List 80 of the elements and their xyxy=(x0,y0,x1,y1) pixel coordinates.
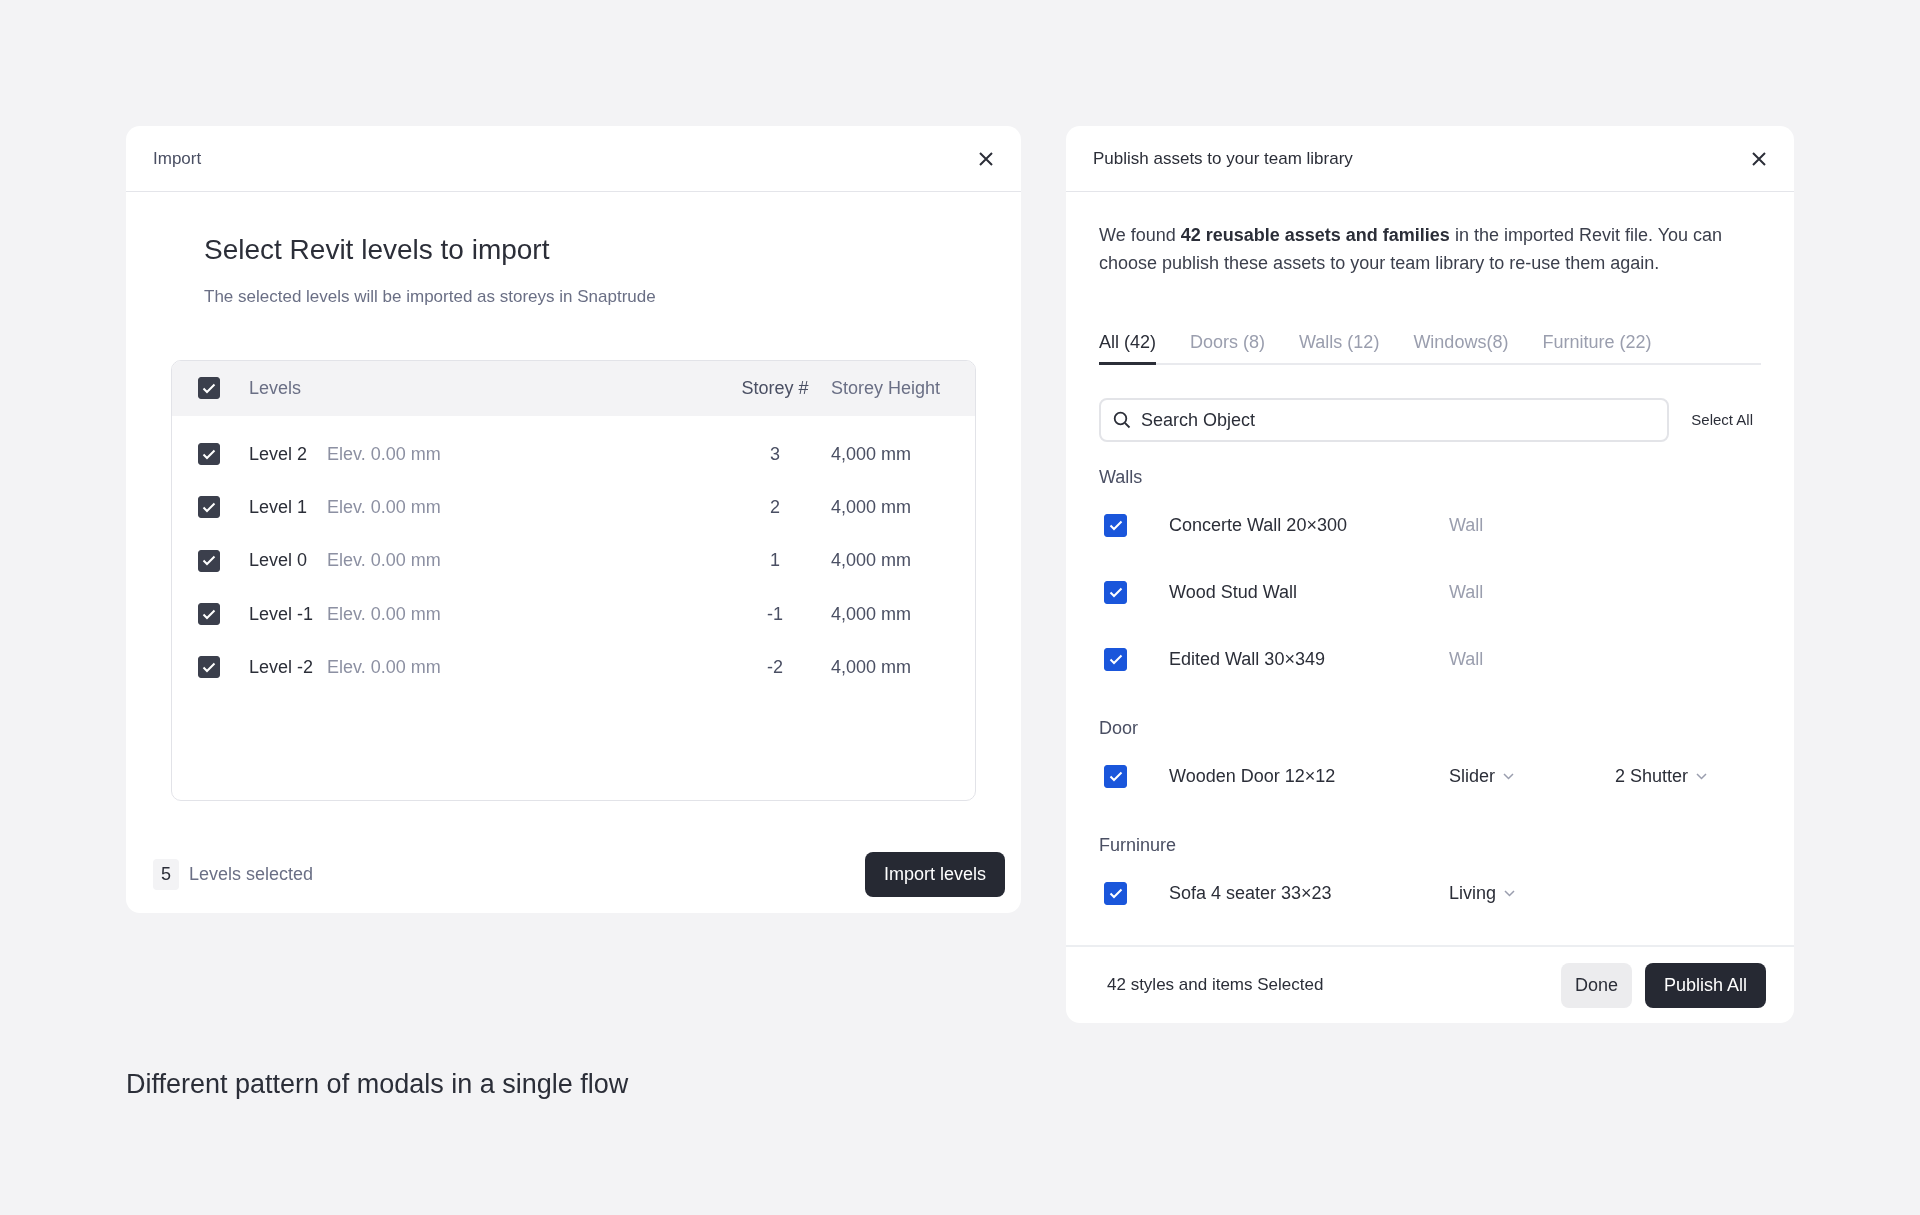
asset-name: Wooden Door 12×12 xyxy=(1169,765,1337,788)
elevation-text: Elev. 0.00 mm xyxy=(327,442,442,466)
chevron-icon xyxy=(1696,773,1708,780)
caption-text: Different pattern of modals in a single flow xyxy=(126,1068,630,1101)
checkbox[interactable] xyxy=(1104,648,1127,671)
column-header: Storey # xyxy=(740,376,810,400)
storey-height: 4,000 mm xyxy=(830,549,913,573)
import-levels-button[interactable]: Import levels xyxy=(864,851,1005,897)
checkbox[interactable] xyxy=(198,443,220,466)
level-name: Level 1 xyxy=(249,495,309,519)
chevron-icon xyxy=(1503,773,1515,780)
elevation-text: Elev. 0.00 mm xyxy=(327,602,442,626)
count-badge: 5 xyxy=(153,858,179,890)
storey-number: -2 xyxy=(766,655,784,679)
storey-height: 4,000 mm xyxy=(830,602,913,626)
asset-name: Sofa 4 seater 33×23 xyxy=(1169,882,1333,905)
checkmark-icon xyxy=(1108,587,1123,598)
group-label: Door xyxy=(1099,717,1139,740)
checkmark-icon xyxy=(202,382,216,394)
level-name: Level -2 xyxy=(249,655,315,679)
checkmark-icon xyxy=(1108,888,1123,899)
storey-number: 3 xyxy=(769,442,781,466)
chevron-icon xyxy=(1504,890,1516,897)
close-icon[interactable] xyxy=(977,149,995,168)
column-header: Levels xyxy=(249,376,303,400)
dropdown[interactable]: 2 Shutter xyxy=(1615,763,1708,790)
level-name: Level -1 xyxy=(249,602,315,626)
dropdown[interactable]: Living xyxy=(1449,880,1516,907)
checkbox[interactable] xyxy=(198,496,220,519)
dropdown[interactable]: Slider xyxy=(1449,763,1515,790)
modal-subtitle: The selected levels will be imported as storeys in Snaptrude xyxy=(204,286,657,308)
asset-name: Edited Wall 30×349 xyxy=(1169,648,1326,671)
checkbox[interactable] xyxy=(1104,882,1127,905)
asset-name: Concerte Wall 20×300 xyxy=(1169,514,1348,537)
asset-type: Wall xyxy=(1449,514,1485,537)
checkmark-icon xyxy=(202,448,216,460)
checkbox[interactable] xyxy=(1104,514,1127,537)
checkmark-icon xyxy=(202,661,216,673)
selected-label: Levels selected xyxy=(189,862,314,886)
modal-title: Import xyxy=(153,147,202,170)
checkbox[interactable] xyxy=(198,656,220,679)
checkmark-icon xyxy=(202,501,216,513)
storey-number: 1 xyxy=(769,549,781,573)
checkmark-icon xyxy=(1108,520,1123,531)
storey-height: 4,000 mm xyxy=(830,495,913,519)
asset-type: Wall xyxy=(1449,648,1485,671)
storey-number: 2 xyxy=(769,495,781,519)
checkbox[interactable] xyxy=(198,603,220,626)
checkmark-icon xyxy=(1108,654,1123,665)
description-text: We found 42 reusable assets and families in the imported Revit file. You can choose publish these assets to your team library to re-use them again. xyxy=(1099,224,1724,275)
group-label: Furninure xyxy=(1099,834,1178,857)
done-button[interactable]: Done xyxy=(1560,962,1632,1008)
checkmark-icon xyxy=(202,555,216,567)
modal-title: Publish assets to your team library xyxy=(1093,147,1353,170)
storey-number: -1 xyxy=(766,602,784,626)
storey-height: 4,000 mm xyxy=(830,655,913,679)
asset-type: Wall xyxy=(1449,581,1485,604)
search-field[interactable]: Search Object xyxy=(1099,398,1670,442)
column-header: Storey Height xyxy=(830,376,942,400)
elevation-text: Elev. 0.00 mm xyxy=(327,495,442,519)
modal-heading: Select Revit levels to import xyxy=(204,233,551,267)
group-label: Walls xyxy=(1099,466,1144,489)
checkbox[interactable] xyxy=(1104,581,1127,604)
checkbox[interactable] xyxy=(198,377,220,399)
checkmark-icon xyxy=(1108,771,1123,782)
elevation-text: Elev. 0.00 mm xyxy=(327,549,442,573)
elevation-text: Elev. 0.00 mm xyxy=(327,655,442,679)
publish-button[interactable]: Publish All xyxy=(1644,962,1766,1008)
checkbox[interactable] xyxy=(1104,765,1127,788)
close-icon[interactable] xyxy=(1750,149,1768,168)
selection-summary: 42 styles and items Selected xyxy=(1107,974,1324,997)
storey-height: 4,000 mm xyxy=(830,442,913,466)
level-name: Level 0 xyxy=(249,549,309,573)
level-name: Level 2 xyxy=(249,442,309,466)
checkmark-icon xyxy=(202,608,216,620)
asset-name: Wood Stud Wall xyxy=(1169,581,1299,604)
checkbox[interactable] xyxy=(198,549,220,572)
select-all-button[interactable]: Select All xyxy=(1691,408,1761,432)
search-icon xyxy=(1113,411,1131,429)
tab[interactable]: All (42) xyxy=(1099,329,1156,365)
